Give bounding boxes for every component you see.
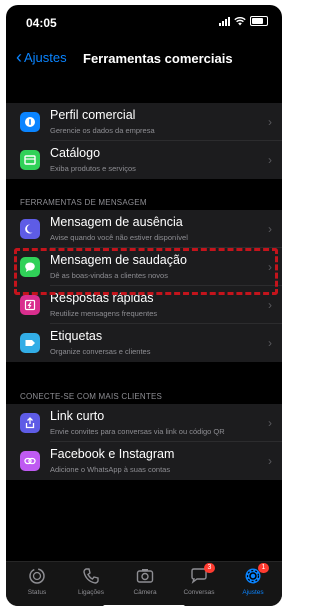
tab-camera[interactable]: Câmera — [118, 566, 172, 596]
tab-label: Ligações — [77, 589, 105, 596]
battery-icon — [250, 16, 268, 26]
list-item-mensagem-ausencia[interactable]: Mensagem de ausência Avise quando você n… — [6, 210, 282, 248]
row-title: Facebook e Instagram — [50, 447, 175, 461]
tab-status[interactable]: Status — [10, 566, 64, 596]
back-label: Ajustes — [24, 49, 67, 65]
chevron-right-icon: › — [268, 454, 272, 468]
tab-label: Câmera — [133, 589, 157, 596]
section-header-conecte: CONECTE-SE COM MAIS CLIENTES — [20, 392, 163, 401]
list-item-perfil-comercial[interactable]: Perfil comercial Gerencie os dados da em… — [6, 103, 282, 141]
list-item-catalogo[interactable]: Catálogo Exiba produtos e serviços › — [6, 141, 282, 179]
link-icon — [20, 451, 40, 471]
chevron-left-icon: ‹ — [16, 47, 22, 67]
store-icon — [20, 112, 40, 132]
catalog-icon — [20, 150, 40, 170]
tab-ligacoes[interactable]: Ligações — [64, 566, 118, 596]
section-header-mensagem: FERRAMENTAS DE MENSAGEM — [20, 198, 147, 207]
status-time: 04:05 — [26, 16, 57, 30]
camera-icon — [135, 566, 155, 586]
row-title: Etiquetas — [50, 329, 103, 343]
row-subtitle: Envie convites para conversas via link o… — [50, 427, 225, 436]
phone-icon — [81, 566, 101, 586]
home-indicator — [103, 605, 185, 609]
tab-label: Conversas — [183, 589, 215, 596]
list-item-link-curto[interactable]: Link curto Envie convites para conversas… — [6, 404, 282, 442]
row-subtitle: Gerencie os dados da empresa — [50, 126, 155, 135]
row-subtitle: Exiba produtos e serviços — [50, 164, 136, 173]
row-title: Catálogo — [50, 146, 101, 160]
tab-label: Ajustes — [242, 589, 264, 596]
page-title: Ferramentas comerciais — [83, 51, 233, 66]
status-bar: 04:05 — [6, 5, 282, 35]
chevron-right-icon: › — [268, 153, 272, 167]
row-title: Perfil comercial — [50, 108, 136, 122]
chevron-right-icon: › — [268, 336, 272, 350]
label-icon — [20, 333, 40, 353]
unread-badge: 3 — [204, 563, 215, 573]
row-title: Mensagem de ausência — [50, 215, 183, 229]
highlight-annotation — [14, 248, 278, 295]
tab-conversas[interactable]: 3 Conversas — [172, 563, 226, 596]
row-subtitle: Reutilize mensagens frequentes — [50, 309, 158, 318]
tab-bar: Status Ligações Câmera 3 Conversas 1 Aju… — [6, 561, 282, 606]
back-button[interactable]: ‹ Ajustes — [16, 47, 67, 67]
wifi-icon — [234, 16, 246, 25]
phone-screen: 04:05 ‹ Ajustes Ferramentas comerciais P… — [6, 5, 282, 606]
row-title: Link curto — [50, 409, 105, 423]
share-icon — [20, 413, 40, 433]
status-icons — [219, 16, 268, 26]
signal-icon — [219, 16, 230, 26]
connect-clients-group: Link curto Envie convites para conversas… — [6, 404, 282, 480]
list-item-facebook-instagram[interactable]: Facebook e Instagram Adicione o WhatsApp… — [6, 442, 282, 480]
chevron-right-icon: › — [268, 298, 272, 312]
list-item-etiquetas[interactable]: Etiquetas Organize conversas e clientes … — [6, 324, 282, 362]
quick-reply-icon — [20, 295, 40, 315]
moon-icon — [20, 219, 40, 239]
chevron-right-icon: › — [268, 115, 272, 129]
row-subtitle: Avise quando você não estiver disponível — [50, 233, 188, 242]
notification-badge: 1 — [258, 563, 269, 573]
chevron-right-icon: › — [268, 222, 272, 236]
row-subtitle: Adicione o WhatsApp à suas contas — [50, 465, 171, 474]
row-subtitle: Organize conversas e clientes — [50, 347, 151, 356]
settings-icon: 1 — [243, 563, 269, 586]
status-icon — [27, 566, 47, 586]
navigation-bar: ‹ Ajustes Ferramentas comerciais — [6, 43, 282, 73]
chats-icon: 3 — [189, 563, 215, 586]
tab-ajustes[interactable]: 1 Ajustes — [226, 563, 280, 596]
business-profile-group: Perfil comercial Gerencie os dados da em… — [6, 103, 282, 179]
chevron-right-icon: › — [268, 416, 272, 430]
tab-label: Status — [27, 589, 47, 596]
